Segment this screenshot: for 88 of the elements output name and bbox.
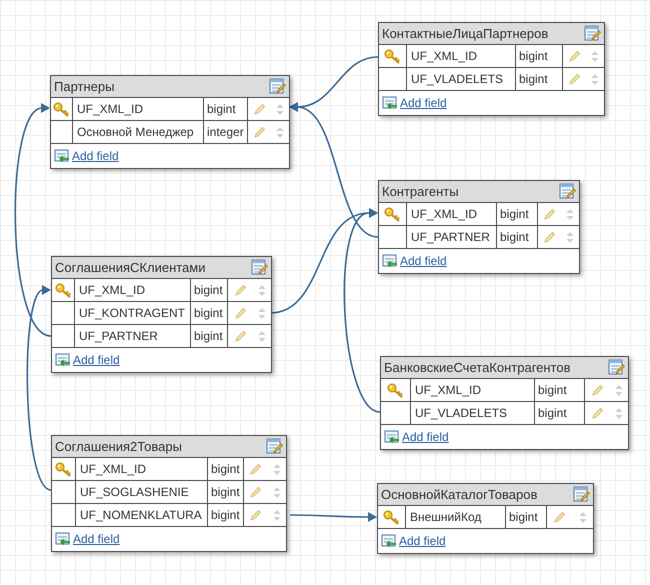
edit-table-icon[interactable] [266,438,283,455]
field-name: UF_KONTRAGENT [75,302,191,324]
field-type: bigint [208,458,244,480]
field-type: bigint [497,226,538,248]
field-name: UF_VLADELETS [411,402,535,424]
sort-arrows-icon[interactable] [258,284,266,296]
sort-arrows-icon[interactable] [276,126,284,138]
table-title: ОсновнойКаталогТоваров [381,486,538,504]
add-field-icon[interactable] [384,430,401,444]
edit-table-icon[interactable] [584,25,601,42]
field-type: bigint [204,98,248,120]
pencil-icon[interactable] [234,284,246,296]
field-name: UF_XML_ID [73,98,204,120]
sort-arrows-icon[interactable] [566,208,574,220]
sort-arrows-icon[interactable] [566,230,574,244]
field-type: bigint [208,481,244,503]
field-type: bigint [191,279,228,301]
add-field-link[interactable]: Add field [400,94,447,112]
add-field-link[interactable]: Add field [73,351,120,369]
sort-arrows-icon[interactable] [614,406,622,420]
field-name: UF_XML_ID [76,458,208,480]
pencil-icon[interactable] [249,508,262,522]
field-type: integer [204,121,248,143]
sort-arrows-icon[interactable] [591,50,599,62]
pencil-icon[interactable] [590,406,604,420]
table-title: Партнеры [54,78,114,96]
add-field-link[interactable]: Add field [399,532,446,550]
field-type: bigint [191,302,228,324]
sort-arrows-icon[interactable] [272,486,281,498]
field-type: bigint [506,506,547,528]
field-type: bigint [516,45,563,67]
field-name: UF_PARTNER [75,325,191,347]
pencil-icon[interactable] [568,72,581,86]
add-field-link[interactable]: Add field [400,252,447,270]
field-type: bigint [191,325,228,347]
field-name: UF_XML_ID [411,379,535,401]
pencil-icon[interactable] [234,306,246,320]
field-name: UF_NOMENKLATURA [76,504,208,526]
field-name: ВнешнийКод [406,506,506,528]
add-field-icon[interactable] [382,96,399,110]
add-field-icon[interactable] [382,254,399,268]
pencil-icon[interactable] [590,384,604,396]
sort-arrows-icon[interactable] [272,462,281,476]
field-type: bigint [516,68,563,90]
pencil-icon[interactable] [543,230,556,244]
field-type: bigint [208,504,244,526]
edit-table-icon[interactable] [251,259,268,276]
add-field-link[interactable]: Add field [402,428,449,446]
add-field-link[interactable]: Add field [73,530,120,548]
sort-arrows-icon[interactable] [258,330,266,342]
add-field-icon[interactable] [381,534,398,548]
add-field-icon[interactable] [54,149,71,163]
field-name: UF_SOGLASHENIE [76,481,208,503]
sort-arrows-icon[interactable] [591,72,599,86]
table-title: Контрагенты [382,182,459,201]
pencil-icon[interactable] [253,102,266,116]
sort-arrows-icon[interactable] [614,384,622,396]
pencil-icon[interactable] [543,208,556,220]
field-type: bigint [535,379,585,401]
edit-table-icon[interactable] [269,78,286,95]
pencil-icon[interactable] [553,510,566,524]
table-title: Соглашения2Товары [55,438,182,456]
field-name: Основной Менеджер [73,121,204,143]
edit-table-icon[interactable] [608,359,625,376]
pencil-icon[interactable] [249,486,262,498]
add-field-icon[interactable] [55,353,72,367]
edit-table-icon[interactable] [559,183,576,200]
pencil-icon[interactable] [253,126,266,138]
field-type: bigint [535,402,585,424]
table-title: СоглашенияСКлиентами [55,258,206,277]
field-name: UF_PARTNER [407,226,497,248]
table-title: КонтактныеЛицаПартнеров [382,24,548,43]
field-name: UF_XML_ID [407,45,516,67]
sort-arrows-icon[interactable] [276,102,284,116]
pencil-icon[interactable] [234,330,246,342]
field-name: UF_XML_ID [75,279,191,301]
pencil-icon[interactable] [249,462,262,476]
pencil-icon[interactable] [568,50,581,62]
add-field-icon[interactable] [55,532,72,546]
field-name: UF_XML_ID [407,203,497,225]
field-name: UF_VLADELETS [407,68,516,90]
add-field-link[interactable]: Add field [72,147,119,165]
sort-arrows-icon[interactable] [258,306,266,320]
sort-arrows-icon[interactable] [272,508,281,522]
field-type: bigint [497,203,538,225]
table-title: БанковскиеСчетаКонтрагентов [384,358,571,377]
sort-arrows-icon[interactable] [578,510,587,524]
edit-table-icon[interactable] [573,486,590,503]
